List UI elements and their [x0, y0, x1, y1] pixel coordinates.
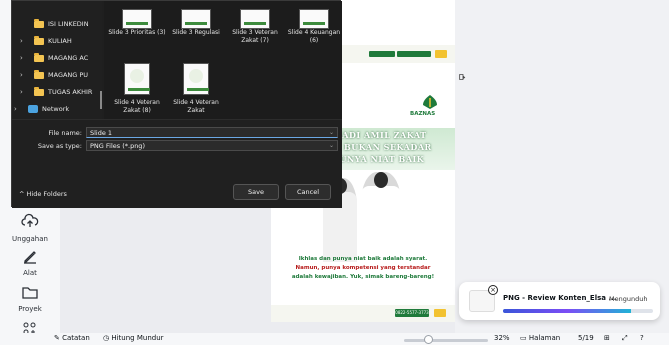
notes-icon: ✎ — [54, 334, 63, 342]
network-icon — [28, 105, 38, 113]
save-as-dialog: ISI LINKEDIN › KULIAH › MAGANG AC › MAGA… — [11, 0, 342, 208]
nav-item-label: Network — [42, 105, 70, 113]
sidebar-item-tools[interactable]: Alat — [0, 246, 60, 277]
help-icon[interactable]: ? — [640, 334, 644, 342]
caption-line-2: Namun, punya kompetensi yang terstandar — [295, 265, 431, 271]
save-button[interactable]: Save — [233, 184, 279, 200]
grid-view-icon[interactable]: ⊞ — [604, 334, 610, 342]
footer-badge — [434, 309, 446, 317]
caption-line-3: adalah kewajiban. Yuk, simak bareng-bare… — [291, 274, 435, 280]
nav-item-kuliah[interactable]: › KULIAH — [20, 32, 72, 50]
fullscreen-icon[interactable]: ⤢ — [622, 334, 628, 343]
zoom-level[interactable]: 32% — [494, 334, 510, 342]
folder-icon — [34, 52, 44, 62]
hide-folders-label: Hide Folders — [26, 190, 67, 198]
sidebar-item-label: Proyek — [18, 305, 42, 313]
file-list: Slide 3 Prioritas (3) Slide 3 Regulasi S… — [104, 1, 342, 119]
sidebar-item-label: Unggahan — [12, 235, 48, 243]
file-label[interactable]: Slide 4 Veteran Zakat — [166, 99, 226, 115]
nav-item-label: MAGANG PU — [48, 71, 89, 79]
file-thumbnail[interactable] — [181, 9, 211, 29]
sidebar-item-uploads[interactable]: Unggahan — [0, 212, 60, 243]
nav-item-label: TUGAS AKHIR — [48, 88, 93, 96]
notes-label: Catatan — [62, 334, 90, 342]
headline-line-3: PUNYA NIAT BAIK — [333, 154, 425, 164]
download-toast: × PNG - Review Konten_Elsa ... Mengunduh — [459, 282, 660, 320]
save-type-select[interactable]: PNG Files (*.png) ⌄ — [86, 140, 338, 151]
chevron-right-icon[interactable]: › — [20, 71, 28, 79]
nav-item-magang-pu[interactable]: › MAGANG PU — [20, 66, 88, 84]
phone-number: 0822-5577-3773 — [395, 309, 429, 317]
pages-label: Halaman — [528, 334, 561, 342]
nav-item-label: MAGANG AC — [48, 54, 89, 62]
bottom-bar: ✎ Catatan ◷ Hitung Mundur 32% ▭ Halaman … — [0, 333, 669, 345]
download-status: Mengunduh — [609, 295, 648, 303]
file-label[interactable]: Slide 3 Veteran Zakat (7) — [225, 29, 285, 45]
file-name-value: Slide 1 — [90, 128, 113, 137]
sidebar-item-projects[interactable]: Proyek — [0, 282, 60, 313]
add-page-icon[interactable] — [458, 72, 466, 82]
folder-icon — [22, 287, 38, 299]
sidebar-item-label: Alat — [23, 269, 37, 277]
chevron-right-icon[interactable]: › — [20, 54, 28, 62]
nav-item-isi-linkedin[interactable]: ISI LINKEDIN — [20, 15, 89, 33]
page-count: 5/19 — [578, 334, 594, 342]
nav-item-magang-ac[interactable]: › MAGANG AC — [20, 49, 88, 67]
person-right — [361, 172, 401, 262]
pages-icon: ▭ — [520, 334, 529, 342]
design-footer-strip: 0822-5577-3773 — [271, 305, 455, 322]
file-name-input[interactable]: Slide 1 ⌄ — [86, 127, 338, 138]
pen-tool-icon — [24, 251, 36, 264]
zoom-slider[interactable] — [404, 339, 488, 342]
nav-scrollbar[interactable] — [100, 91, 102, 109]
file-thumbnail[interactable] — [183, 63, 209, 95]
timer-label: Hitung Mundur — [111, 334, 164, 342]
nav-item-tugas-akhir[interactable]: › TUGAS AKHIR — [20, 83, 92, 101]
download-progress — [503, 309, 653, 313]
navigation-pane: ISI LINKEDIN › KULIAH › MAGANG AC › MAGA… — [12, 1, 102, 119]
pages-button[interactable]: ▭ Halaman — [520, 334, 560, 342]
notes-button[interactable]: ✎ Catatan — [54, 334, 90, 342]
save-type-value: PNG Files (*.png) — [90, 141, 145, 150]
save-form: File name: Slide 1 ⌄ Save as type: PNG F… — [12, 119, 342, 208]
file-thumbnail[interactable] — [124, 63, 150, 95]
file-label[interactable]: Slide 3 Regulasi — [166, 29, 226, 37]
headline-line-1: JADI AMIL ZAKAT — [338, 130, 427, 140]
chevron-up-icon: ^ — [19, 190, 25, 198]
file-label[interactable]: Slide 3 Prioritas (3) — [107, 29, 167, 37]
chevron-right-icon[interactable]: › — [14, 105, 22, 113]
folder-icon — [34, 35, 44, 45]
timer-button[interactable]: ◷ Hitung Mundur — [103, 334, 164, 342]
chevron-right-icon[interactable]: › — [20, 37, 28, 45]
hide-folders-toggle[interactable]: ^ Hide Folders — [19, 190, 67, 198]
folder-icon — [34, 69, 44, 79]
save-type-label: Save as type: — [37, 142, 82, 150]
file-thumbnail[interactable] — [299, 9, 329, 29]
download-title: PNG - Review Konten_Elsa ... — [503, 294, 617, 302]
folder-icon — [34, 18, 44, 28]
cancel-button[interactable]: Cancel — [285, 184, 331, 200]
file-thumbnail[interactable] — [240, 9, 270, 29]
folder-icon — [34, 86, 44, 96]
file-label[interactable]: Slide 4 Keuangan (6) — [284, 29, 344, 45]
nav-item-label: ISI LINKEDIN — [48, 20, 89, 28]
brand-name: BAZNAS — [410, 111, 436, 117]
download-progress-fill — [503, 309, 631, 313]
chevron-down-icon[interactable]: ⌄ — [329, 142, 334, 149]
chevron-right-icon[interactable]: › — [20, 88, 28, 96]
nav-item-label: KULIAH — [48, 37, 72, 45]
file-label[interactable]: Slide 4 Veteran Zakat (8) — [107, 99, 167, 115]
caption-line-1: Ikhlas dan punya niat baik adalah syarat… — [298, 256, 428, 262]
zoom-slider-handle[interactable] — [424, 335, 433, 344]
headline-line-2: BUKAN SEKADAR — [344, 142, 432, 152]
nav-item-network[interactable]: › Network — [14, 100, 69, 118]
chevron-down-icon[interactable]: ⌄ — [329, 129, 334, 136]
cloud-upload-icon — [21, 213, 39, 227]
close-icon[interactable]: × — [488, 285, 498, 295]
file-name-label: File name: — [48, 129, 82, 137]
file-thumbnail[interactable] — [122, 9, 152, 29]
